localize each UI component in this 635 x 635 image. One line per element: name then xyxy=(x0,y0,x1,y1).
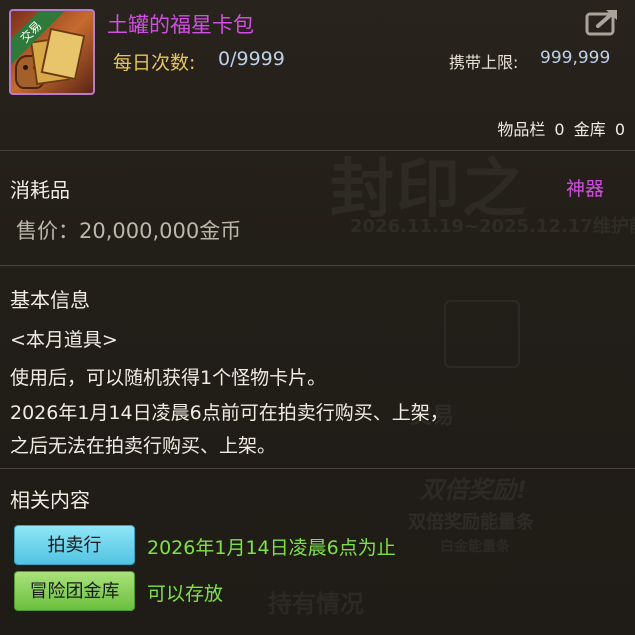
watermark-holding: 持有情况 xyxy=(268,590,364,618)
desc-line: 之后无法在拍卖行购买、上架。 xyxy=(10,435,277,457)
watermark-bonus: 双倍奖励! xyxy=(420,476,527,504)
inventory-label: 物品栏 xyxy=(497,120,546,139)
watermark-dates: 2026.11.19~2025.12.17维护前 xyxy=(350,216,635,237)
guild-vault-tag[interactable]: 冒险团金库 xyxy=(14,571,135,611)
inventory-count: 0 xyxy=(554,120,565,139)
item-icon[interactable]: 交易 xyxy=(9,9,95,95)
related-title: 相关内容 xyxy=(10,488,90,512)
carry-limit-label: 携带上限: xyxy=(449,53,519,72)
desc-line: <本月道具> xyxy=(10,329,118,351)
card-icon xyxy=(40,27,86,81)
watermark-box xyxy=(444,300,520,368)
basic-info-title: 基本信息 xyxy=(10,288,90,312)
item-type: 消耗品 xyxy=(10,178,70,202)
watermark-platinum: 白金能量条 xyxy=(440,539,510,555)
daily-count-label: 每日次数: xyxy=(113,52,196,74)
desc-line: 2026年1月14日凌晨6点前可在拍卖行购买、上架， xyxy=(10,402,449,424)
carry-limit-value: 999,999 xyxy=(540,48,611,68)
vault-count: 0 xyxy=(614,120,625,139)
share-button[interactable] xyxy=(584,6,624,38)
divider xyxy=(0,468,635,469)
desc-line: 使用后，可以随机获得1个怪物卡片。 xyxy=(10,367,327,389)
item-rarity: 神器 xyxy=(566,178,605,200)
item-name: 土罐的福星卡包 xyxy=(107,13,254,37)
divider xyxy=(0,265,635,266)
vault-label: 金库 xyxy=(573,120,606,139)
share-arrow-icon xyxy=(585,10,617,36)
storage-counts: 物品栏 0 金库 0 xyxy=(493,116,625,140)
daily-count-value: 0/9999 xyxy=(218,48,285,70)
item-tooltip-panel: 封印之 2026.11.19~2025.12.17维护前 交易 双倍奖励! 双倍… xyxy=(0,0,635,635)
divider xyxy=(0,150,635,151)
auction-deadline-text: 2026年1月14日凌晨6点为止 xyxy=(147,537,396,559)
auction-tag[interactable]: 拍卖行 xyxy=(14,525,135,565)
vault-storable-text: 可以存放 xyxy=(147,583,224,605)
watermark-bonus-bar: 双倍奖励能量条 xyxy=(408,512,534,533)
item-price: 售价：20,000,000金币 xyxy=(16,219,242,243)
